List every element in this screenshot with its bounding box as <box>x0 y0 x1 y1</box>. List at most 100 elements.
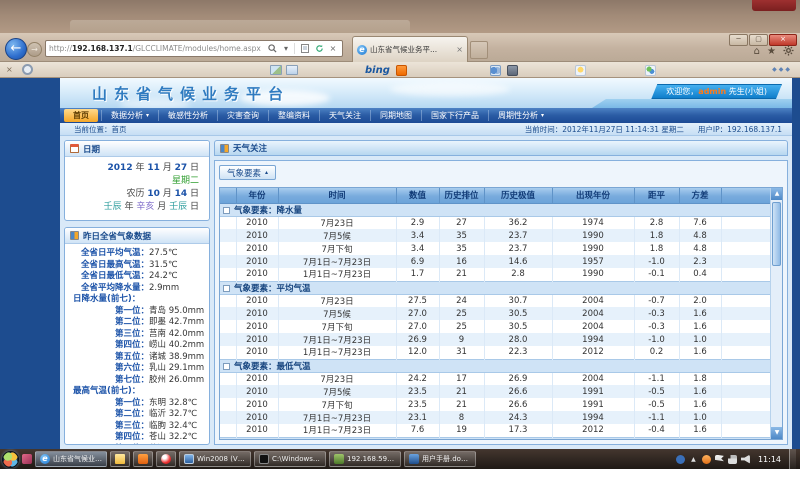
background-window-controls <box>752 0 796 11</box>
date-text: 2012 年 11 月 27 日 <box>71 162 199 175</box>
toolbar-more-icon[interactable]: ◆◆◆ <box>772 66 792 73</box>
back-button[interactable]: ← <box>5 38 27 60</box>
column-header[interactable]: 时间 <box>278 188 396 203</box>
column-header[interactable]: 距平 <box>634 188 679 203</box>
scroll-up-icon[interactable]: ▲ <box>771 188 783 200</box>
orange-app-icon[interactable] <box>396 65 407 76</box>
nav-item-3[interactable]: 敏感性分析 <box>158 110 217 121</box>
table-row[interactable]: 20107月1日~7月23日26.9928.01994-1.01.0 <box>220 333 770 346</box>
url-text[interactable]: http://192.168.137.1/GLCCLIMATE/modules/… <box>49 44 264 53</box>
row-gutter <box>220 424 236 437</box>
taskbar-button-8[interactable]: 用户手册.docx -... <box>404 451 476 467</box>
table-row[interactable]: 20101月1日~7月23日12.03122.320120.21.6 <box>220 346 770 359</box>
group-header-row[interactable]: 气象要素：最高气温 <box>220 437 770 439</box>
toolbar-close-icon[interactable]: × <box>6 65 13 74</box>
taskbar-button-2[interactable] <box>110 451 130 467</box>
table-row[interactable]: 20107月下旬23.52126.61991-0.51.6 <box>220 398 770 411</box>
people-icon[interactable] <box>645 65 656 76</box>
favorites-star-icon[interactable]: ★ <box>767 45 776 61</box>
clock[interactable]: 11:14 <box>758 455 781 464</box>
hidden-icons-chevron-icon[interactable]: ▲ <box>689 455 698 464</box>
volume-icon[interactable] <box>741 455 750 464</box>
nav-item-5[interactable]: 整编资料 <box>268 110 319 121</box>
expand-icon[interactable] <box>223 285 230 292</box>
show-desktop-button[interactable] <box>789 449 796 469</box>
tab-close-icon[interactable]: × <box>456 45 463 54</box>
rank-section-title: 日降水量(前七)： <box>71 294 205 306</box>
update-icon[interactable] <box>702 455 711 464</box>
expand-icon[interactable] <box>223 363 230 370</box>
rank-row: 第三位：临朐 32.4℃ <box>71 421 205 433</box>
table-row[interactable]: 20107月1日~7月23日6.91614.61957-1.02.3 <box>220 255 770 268</box>
start-button[interactable] <box>2 451 19 468</box>
taskbar-button-1[interactable]: e山东省气候业务平... <box>35 451 107 467</box>
table-row[interactable]: 20107月23日27.52430.72004-0.72.0 <box>220 294 770 307</box>
page-banner: 山东省气候业务平台 欢迎您，admin 先生(小姐) <box>60 78 792 108</box>
bing-logo[interactable]: bing <box>365 65 390 76</box>
tab-title[interactable]: 山东省气候业务平... <box>370 44 453 55</box>
page-container: 山东省气候业务平台 欢迎您，admin 先生(小姐) 首页数据分析▾敏感性分析灾… <box>60 78 792 449</box>
column-header[interactable]: 出现年份 <box>552 188 634 203</box>
scroll-down-icon[interactable]: ▼ <box>771 427 783 439</box>
toolbar-circle-icon[interactable] <box>22 64 33 75</box>
element-filter-button[interactable]: 气象要素▴ <box>219 165 276 180</box>
column-header[interactable]: 年份 <box>236 188 278 203</box>
taskbar: e山东省气候业务平... Win2008 (VS2...C:\Windows\s.… <box>0 449 800 469</box>
refresh-icon[interactable] <box>313 43 325 55</box>
taskbar-button-3[interactable] <box>133 451 153 467</box>
home-icon[interactable]: ⌂ <box>754 45 760 61</box>
table-row[interactable]: 20107月5候3.43523.719901.84.8 <box>220 229 770 242</box>
nav-item-2[interactable]: 数据分析▾ <box>101 110 158 121</box>
group-header-row[interactable]: 气象要素：最低气温 <box>220 359 770 372</box>
table-row[interactable]: 20107月5候27.02530.52004-0.31.6 <box>220 307 770 320</box>
group-header-row[interactable]: 气象要素：平均气温 <box>220 281 770 294</box>
nav-item-4[interactable]: 灾害查询 <box>217 110 268 121</box>
expand-icon[interactable] <box>223 207 230 214</box>
search-dropdown-icon[interactable]: ▾ <box>280 43 292 55</box>
mail-icon[interactable] <box>286 65 298 75</box>
nav-item-9[interactable]: 周期性分析▾ <box>488 110 553 121</box>
table-row[interactable]: 20107月下旬27.02530.52004-0.31.6 <box>220 320 770 333</box>
ime-icon[interactable] <box>676 455 685 464</box>
table-row[interactable]: 20107月1日~7月23日23.1824.31994-1.11.0 <box>220 411 770 424</box>
gear-icon[interactable] <box>783 45 794 61</box>
browser-tab[interactable]: e 山东省气候业务平... × <box>352 36 468 62</box>
compatibility-icon[interactable] <box>299 43 311 55</box>
forward-button[interactable]: → <box>27 42 42 57</box>
search-icon[interactable] <box>266 43 278 55</box>
table-row[interactable]: 20107月23日24.21726.92004-1.11.8 <box>220 372 770 385</box>
picture-icon[interactable] <box>270 65 282 75</box>
binoculars-icon[interactable] <box>490 65 501 76</box>
stop-icon[interactable]: × <box>327 43 339 55</box>
scrollbar-thumb[interactable] <box>772 202 781 266</box>
taskbar-button-7[interactable]: 192.168.59.99... <box>329 451 401 467</box>
action-center-flag-icon[interactable] <box>715 455 724 464</box>
taskbar-button-4[interactable] <box>156 451 176 467</box>
taskbar-button-5[interactable]: Win2008 (VS2... <box>179 451 251 467</box>
nav-item-7[interactable]: 同期地图 <box>370 110 421 121</box>
group-header-row[interactable]: 气象要素：降水量 <box>220 203 770 216</box>
sparkle-icon[interactable] <box>575 65 586 76</box>
column-header[interactable]: 历史排位 <box>439 188 484 203</box>
table-row[interactable]: 20107月23日2.92736.219742.87.6 <box>220 216 770 229</box>
column-header[interactable]: 数值 <box>396 188 439 203</box>
column-header[interactable]: 历史极值 <box>484 188 552 203</box>
table-row[interactable]: 20101月1日~7月23日1.7212.81990-0.10.4 <box>220 268 770 281</box>
minimize-button[interactable]: ─ <box>729 34 748 46</box>
cell: 1.6 <box>679 385 721 398</box>
new-tab-button[interactable] <box>470 41 488 59</box>
nav-item-1[interactable]: 首页 <box>64 109 98 122</box>
cell: 1957 <box>552 255 634 268</box>
table-row[interactable]: 20107月5候23.52126.61991-0.51.6 <box>220 385 770 398</box>
column-header[interactable]: 方差 <box>679 188 721 203</box>
nav-item-8[interactable]: 国家下行产品 <box>421 110 488 121</box>
taskbar-button-6[interactable]: C:\Windows\s... <box>254 451 326 467</box>
network-icon[interactable] <box>728 455 737 464</box>
nav-item-6[interactable]: 天气关注 <box>319 110 370 121</box>
camera-icon[interactable] <box>507 65 518 76</box>
tray-app-icon[interactable] <box>22 454 32 464</box>
vertical-scrollbar[interactable]: ▲ ▼ <box>770 188 782 439</box>
address-bar[interactable]: http://192.168.137.1/GLCCLIMATE/modules/… <box>45 40 343 57</box>
table-row[interactable]: 20101月1日~7月23日7.61917.32012-0.41.6 <box>220 424 770 437</box>
table-row[interactable]: 20107月下旬3.43523.719901.84.8 <box>220 242 770 255</box>
